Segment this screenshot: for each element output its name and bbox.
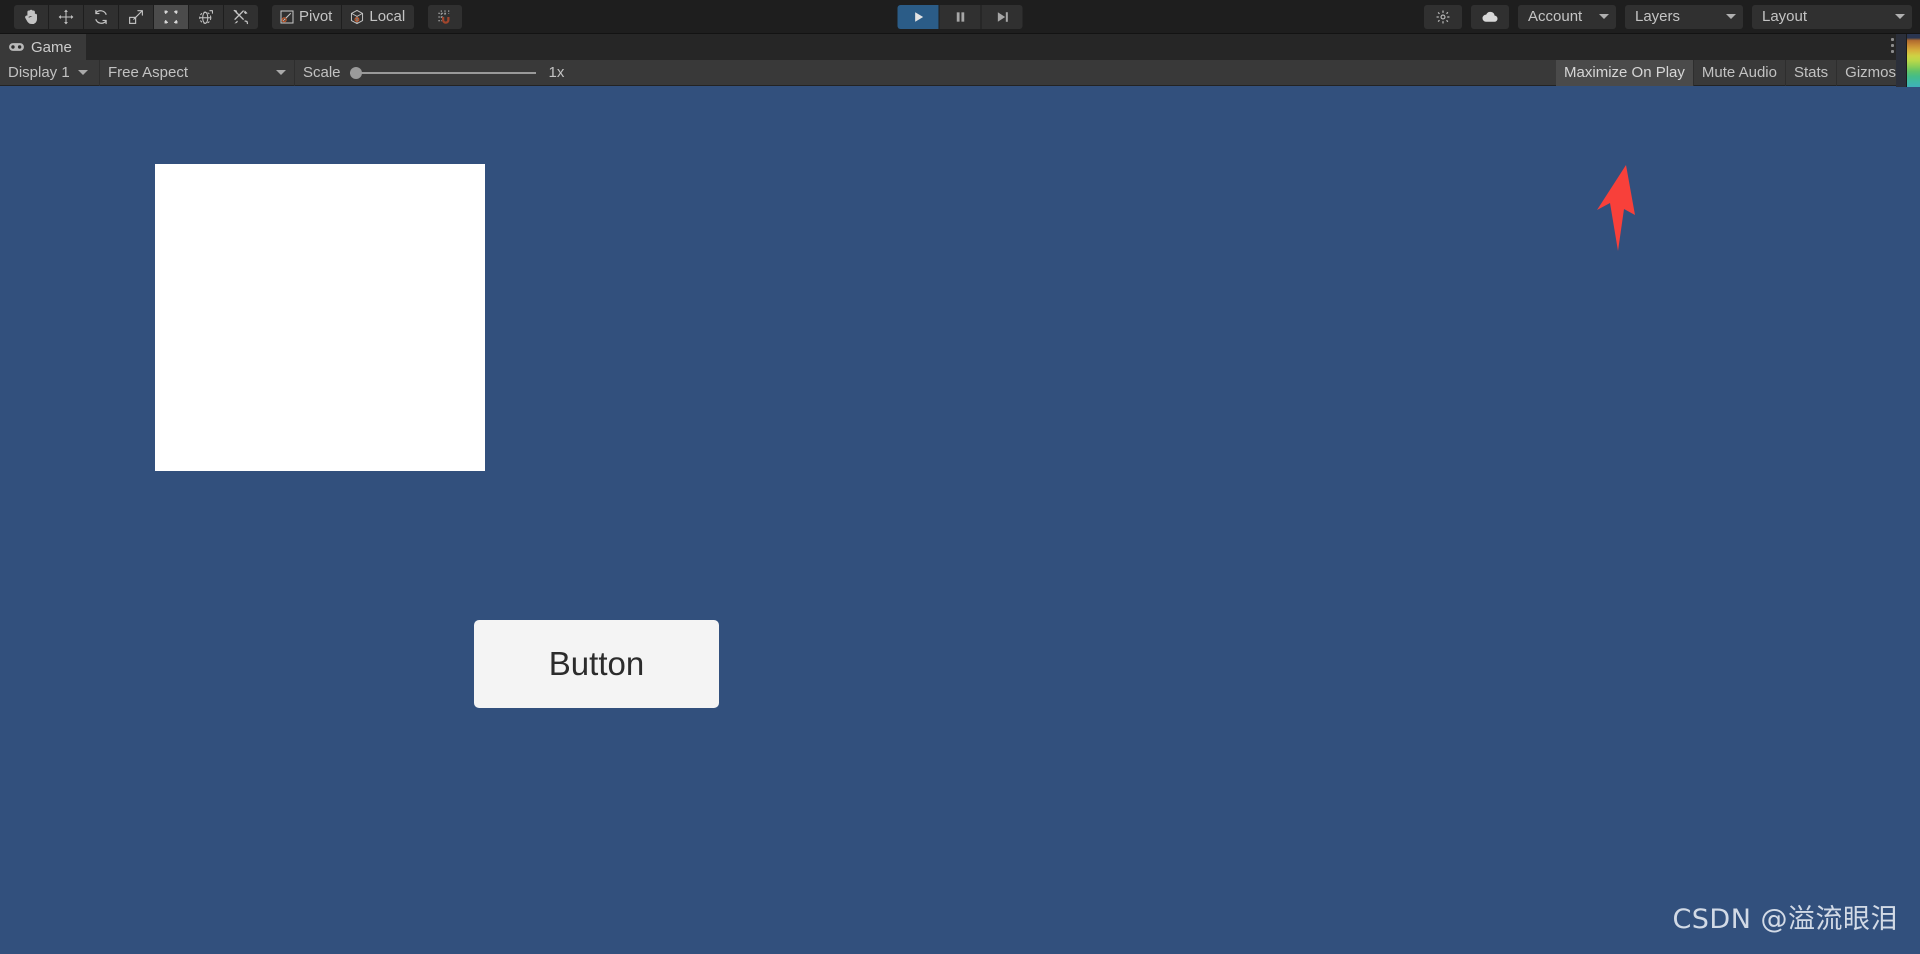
chevron-down-icon: [1726, 14, 1736, 19]
aspect-ratio-dropdown[interactable]: Free Aspect: [100, 59, 295, 86]
dot: [1891, 44, 1894, 47]
chevron-down-icon: [1895, 14, 1905, 19]
step-icon: [997, 11, 1008, 22]
transform-tool-group: [14, 4, 258, 29]
cloud-button[interactable]: [1471, 4, 1509, 29]
rect-transform-icon: [164, 10, 178, 23]
stats-label: Stats: [1793, 64, 1829, 81]
game-view-toolbar: Display 1 Free Aspect Scale 1x Maximize …: [0, 59, 1920, 86]
dot: [1891, 50, 1894, 53]
chevron-down-icon: [1599, 14, 1609, 19]
rect-tool-button[interactable]: [154, 4, 188, 29]
grid-snap-button[interactable]: [428, 4, 463, 29]
scale-label: Scale: [303, 64, 341, 81]
collab-search-button[interactable]: [1424, 4, 1462, 29]
white-panel: [155, 164, 485, 471]
pause-button[interactable]: [939, 4, 981, 29]
play-button[interactable]: [897, 4, 939, 29]
scale-slider[interactable]: [349, 66, 536, 80]
watermark: CSDN @溢流眼泪: [1672, 904, 1898, 935]
layout-label: Layout: [1762, 8, 1808, 25]
cloud-icon: [1482, 11, 1498, 22]
ui-button[interactable]: Button: [474, 620, 719, 708]
panel-tabbar: Game: [0, 34, 1920, 60]
game-view-canvas[interactable]: Button CSDN @溢流眼泪: [0, 87, 1920, 954]
toolbar-right-cluster: Account Layers Layout: [1424, 4, 1912, 29]
account-dropdown[interactable]: Account: [1518, 4, 1616, 29]
handle-space-button[interactable]: Local: [342, 4, 415, 29]
display-dropdown[interactable]: Display 1: [0, 59, 100, 86]
pivot-toggle-button[interactable]: Pivot: [272, 4, 342, 29]
scale-icon: [129, 9, 143, 24]
layers-dropdown[interactable]: Layers: [1625, 4, 1743, 29]
handle-space-label: Local: [369, 8, 406, 25]
scale-value: 1x: [548, 64, 565, 81]
rotate-icon: [95, 9, 107, 24]
scale-control: Scale 1x: [295, 60, 572, 86]
unity-editor-window: Pivot Local Account Layers Layout Game D…: [0, 0, 1920, 954]
maximize-on-play-toggle[interactable]: Maximize On Play: [1556, 59, 1694, 86]
move-tool-button[interactable]: [49, 4, 83, 29]
aspect-ratio-label: Free Aspect: [108, 64, 189, 81]
pivot-icon: [280, 9, 294, 24]
transform-tool-button[interactable]: [189, 4, 223, 29]
scale-slider-track: [349, 71, 536, 74]
hand-tool-button[interactable]: [14, 4, 48, 29]
panel-options-menu[interactable]: [1891, 38, 1894, 53]
pivot-label: Pivot: [299, 8, 333, 25]
step-button[interactable]: [981, 4, 1023, 29]
mute-audio-label: Mute Audio: [1701, 64, 1777, 81]
ui-button-label: Button: [548, 645, 645, 682]
chevron-down-icon: [276, 70, 286, 75]
layout-dropdown[interactable]: Layout: [1752, 4, 1912, 29]
pause-icon: [956, 11, 964, 22]
transform-icon: [199, 9, 213, 24]
rotate-tool-button[interactable]: [84, 4, 118, 29]
stats-toggle[interactable]: Stats: [1786, 59, 1838, 86]
tab-game[interactable]: Game: [0, 34, 86, 60]
maximize-on-play-label: Maximize On Play: [1564, 64, 1685, 81]
hand-icon: [25, 9, 37, 24]
local-handle-icon: [351, 9, 364, 24]
scale-tool-button[interactable]: [119, 4, 153, 29]
wrench-icon: [233, 9, 249, 24]
account-label: Account: [1528, 8, 1583, 25]
custom-tool-button[interactable]: [224, 4, 258, 29]
move-icon: [58, 9, 74, 24]
dot: [1891, 38, 1894, 41]
pivot-handle-group: Pivot Local: [272, 4, 415, 29]
gamepad-icon: [9, 43, 24, 51]
mute-audio-toggle[interactable]: Mute Audio: [1694, 59, 1786, 86]
tab-game-label: Game: [31, 38, 72, 56]
layers-label: Layers: [1635, 8, 1681, 25]
top-toolbar: Pivot Local Account Layers Layout: [0, 0, 1920, 34]
scale-slider-knob[interactable]: [349, 66, 362, 79]
display-label: Display 1: [8, 64, 70, 81]
play-controls-group: [897, 4, 1023, 29]
chevron-down-icon: [77, 70, 88, 75]
collab-search-icon: [1436, 10, 1450, 23]
annotation-arrow-icon: [1597, 165, 1635, 251]
play-icon: [914, 11, 923, 22]
gizmos-label: Gizmos: [1845, 64, 1896, 81]
grid-snap-magnet-icon: [438, 9, 450, 24]
